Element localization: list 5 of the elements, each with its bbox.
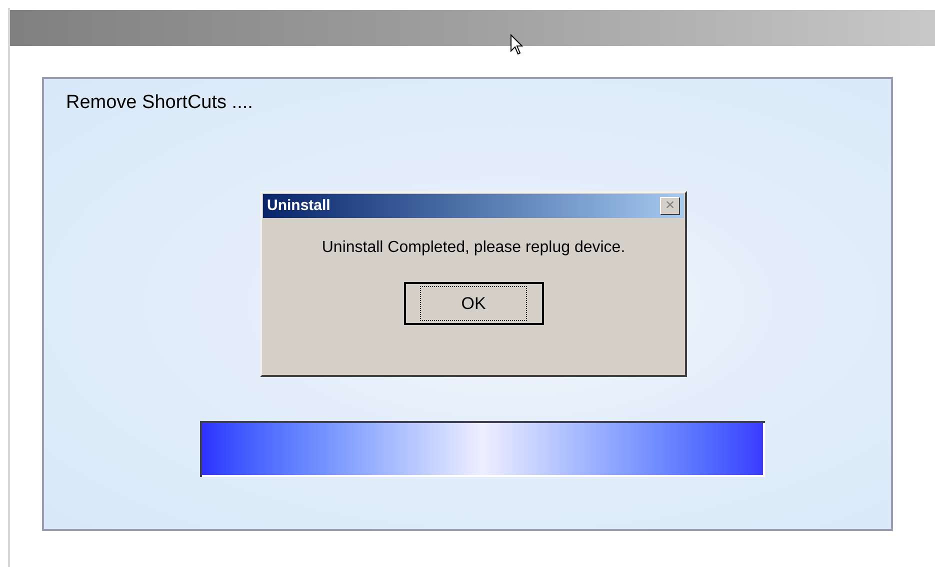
dialog-message: Uninstall Completed, please replug device. — [320, 238, 626, 258]
dialog-title: Uninstall — [267, 196, 330, 216]
ok-button[interactable]: OK — [404, 282, 544, 325]
panel-heading: Remove ShortCuts .... — [66, 91, 253, 115]
mouse-pointer-icon — [510, 34, 524, 56]
